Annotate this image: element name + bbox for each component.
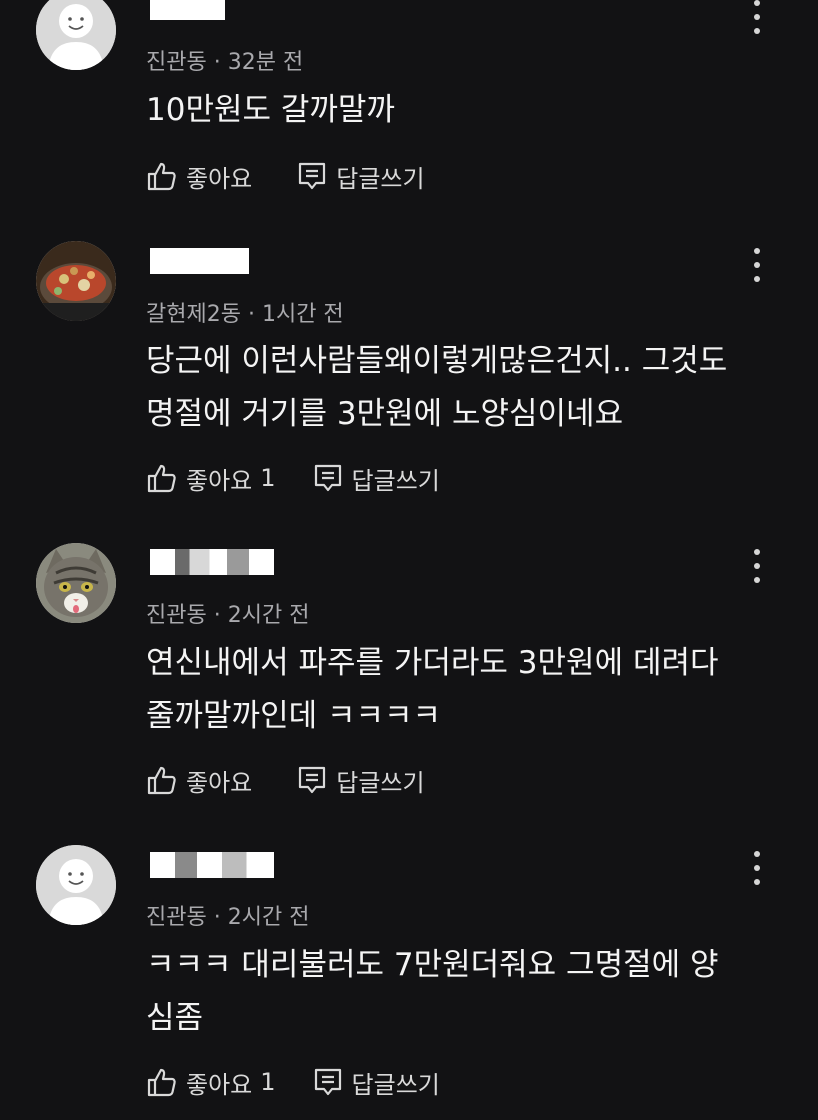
avatar[interactable] <box>36 0 116 70</box>
comment-actions: 좋아요 1 답글쓰기 <box>146 460 440 496</box>
redacted-username[interactable] <box>150 248 249 274</box>
more-vertical-icon[interactable] <box>747 248 767 282</box>
comment-meta: 갈현제2동 · 1시간 전 <box>146 296 344 328</box>
like-count: 1 <box>260 1068 276 1096</box>
cat-photo-icon <box>36 543 116 623</box>
redacted-username[interactable] <box>150 0 225 20</box>
redacted-username[interactable] <box>150 852 274 878</box>
default-person-icon <box>36 845 116 925</box>
default-person-icon <box>36 0 116 70</box>
reply-label: 답글쓰기 <box>336 164 425 193</box>
comment-time: 1시간 전 <box>261 302 344 327</box>
like-label: 좋아요 <box>186 768 253 797</box>
comment-time: 32분 전 <box>227 50 304 75</box>
comment-location: 진관동 <box>146 603 207 628</box>
like-label: 좋아요 <box>186 1070 253 1099</box>
like-count: 1 <box>260 464 276 492</box>
comment-text: ㅋㅋㅋ 대리불러도 7만원더줘요 그명절에 양 심좀 <box>146 947 719 1036</box>
more-vertical-icon[interactable] <box>747 549 767 583</box>
more-vertical-icon[interactable] <box>747 0 767 34</box>
comment-text: 연신내에서 파주를 가더라도 3만원에 데려다 줄까말까인데 ㅋㅋㅋㅋ <box>146 645 719 734</box>
avatar[interactable] <box>36 543 116 623</box>
reply-button[interactable]: 답글쓰기 <box>296 159 425 194</box>
comment-meta: 진관동 · 2시간 전 <box>146 899 309 931</box>
thumbs-up-icon <box>147 464 176 493</box>
comment-meta: 진관동 · 2시간 전 <box>146 597 309 629</box>
like-button[interactable]: 좋아요 1 <box>146 1065 276 1100</box>
thumbs-up-icon <box>147 1068 176 1097</box>
comment-time: 2시간 전 <box>227 905 310 930</box>
meta-separator: · <box>240 302 262 327</box>
reply-button[interactable]: 답글쓰기 <box>296 763 425 798</box>
like-label: 좋아요 <box>186 164 253 193</box>
like-button[interactable]: 좋아요 <box>146 763 260 798</box>
like-button[interactable]: 좋아요 <box>146 159 260 194</box>
reply-label: 답글쓰기 <box>351 1070 440 1099</box>
like-button[interactable]: 좋아요 1 <box>146 461 276 496</box>
thumbs-up-icon <box>147 162 176 191</box>
reply-comment-icon <box>299 162 326 190</box>
thumbs-up-icon <box>147 766 176 795</box>
comment-text: 10만원도 갈까말까 <box>146 92 395 128</box>
meta-separator: · <box>206 603 228 628</box>
meta-separator: · <box>206 905 228 930</box>
reply-button[interactable]: 답글쓰기 <box>312 1065 440 1100</box>
comment-location: 진관동 <box>146 50 207 75</box>
reply-comment-icon <box>299 766 326 794</box>
food-photo-icon <box>36 241 116 321</box>
comment-actions: 좋아요 1 답글쓰기 <box>146 1064 440 1100</box>
reply-comment-icon <box>314 1068 341 1096</box>
comment-actions: 좋아요 답글쓰기 <box>146 158 425 194</box>
reply-label: 답글쓰기 <box>351 466 440 495</box>
comment-text: 당근에 이런사람들왜이렇게많은건지.. 그것도 명절에 거기를 3만원에 노양심… <box>146 343 728 432</box>
meta-separator: · <box>206 50 228 75</box>
comment-meta: 진관동 · 32분 전 <box>146 44 303 76</box>
like-label: 좋아요 <box>186 466 253 495</box>
reply-comment-icon <box>314 464 341 492</box>
comment-actions: 좋아요 답글쓰기 <box>146 762 425 798</box>
comment-time: 2시간 전 <box>227 603 310 628</box>
avatar[interactable] <box>36 241 116 321</box>
reply-button[interactable]: 답글쓰기 <box>312 461 440 496</box>
reply-label: 답글쓰기 <box>336 768 425 797</box>
redacted-username[interactable] <box>150 549 274 575</box>
avatar[interactable] <box>36 845 116 925</box>
comment-location: 진관동 <box>146 905 207 930</box>
comment-location: 갈현제2동 <box>146 302 241 327</box>
more-vertical-icon[interactable] <box>747 851 767 885</box>
